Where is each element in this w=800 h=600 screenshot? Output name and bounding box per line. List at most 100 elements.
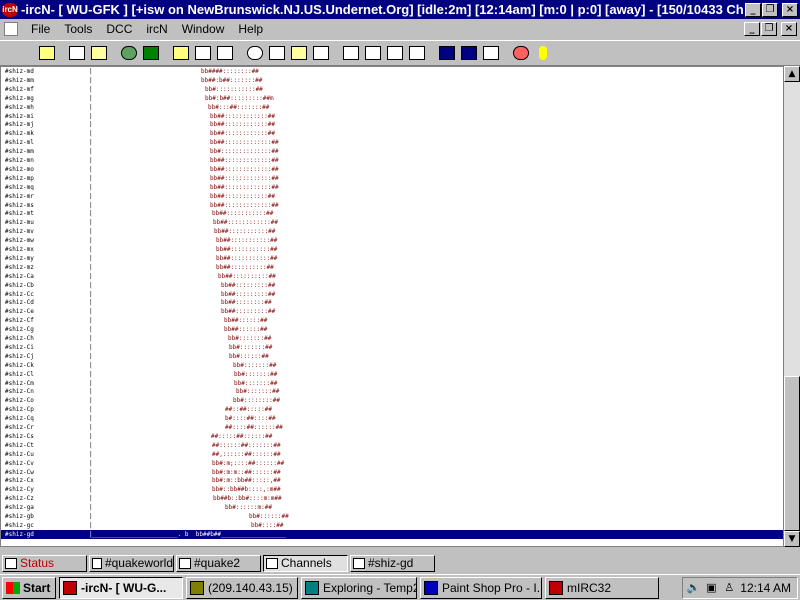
list-row[interactable]: #shiz-Cw | bb#:m:m::##::::::## xyxy=(1,468,783,477)
help-icon[interactable] xyxy=(511,44,531,62)
list-row[interactable]: #shiz-gc | bb#::::## xyxy=(1,521,783,530)
list-row[interactable]: #shiz-Cf | bb##::::::## xyxy=(1,316,783,325)
list-row[interactable]: #shiz-mg | bb#:b##:::::::::##m xyxy=(1,94,783,103)
menu-window[interactable]: Window xyxy=(175,22,232,36)
aliases-icon[interactable] xyxy=(171,44,191,62)
title-bar[interactable]: ircN -ircN- [ WU-GFK ] [+isw on NewBruns… xyxy=(0,0,800,19)
speaker-icon[interactable]: 🔈 xyxy=(686,581,700,595)
arrange-icon[interactable] xyxy=(481,44,501,62)
switchbar-button-status[interactable]: Status xyxy=(2,554,87,572)
start-button[interactable]: Start xyxy=(2,576,56,599)
vertical-scrollbar[interactable]: ▲ ▼ xyxy=(784,66,800,547)
remote-icon[interactable] xyxy=(193,44,213,62)
list-row[interactable]: #shiz-mm | bb#::::::::::::::## xyxy=(1,147,783,156)
list-row[interactable]: #shiz-gd | ________________________. b bb#… xyxy=(1,529,783,539)
list-row[interactable]: #shiz-Cg | bb##::::::## xyxy=(1,325,783,334)
list-row[interactable]: #shiz-mj | bb##::::::::::::## xyxy=(1,120,783,129)
list-row[interactable]: #shiz-Cn | bb#:::::::## xyxy=(1,387,783,396)
list-row[interactable]: #shiz-ml | bb##:::::::::::::## xyxy=(1,138,783,147)
list-row[interactable]: #shiz-Cx | bb#:m::bb##:::::,## xyxy=(1,476,783,485)
ircn-app-icon[interactable]: ircN xyxy=(2,2,18,17)
list-row[interactable]: #shiz-mw | bb##:::::::::::## xyxy=(1,236,783,245)
list-row[interactable]: #shiz-Cj | bb#::::::## xyxy=(1,352,783,361)
list-row[interactable]: #shiz-mo | bb##:::::::::::::## xyxy=(1,165,783,174)
switchbar-button-channels[interactable]: Channels xyxy=(263,554,348,572)
list-row[interactable]: #shiz-Cz | bb##b::bb#::::m:m## xyxy=(1,494,783,503)
dcc-icon[interactable] xyxy=(341,44,361,62)
list-row[interactable]: #shiz-Cs | ##:::::##::::::## xyxy=(1,432,783,441)
list-row[interactable]: #shiz-mu | bb##::::::::::::## xyxy=(1,218,783,227)
clock[interactable]: 12:14 AM xyxy=(740,581,791,595)
tile-icon[interactable] xyxy=(437,44,457,62)
cascade-icon[interactable] xyxy=(459,44,479,62)
minimize-button[interactable]: _ xyxy=(745,2,761,17)
channel-list-content[interactable]: #shiz-md | bb####::::::::## #shiz-mm | bb##:b… xyxy=(0,66,784,547)
list-row[interactable]: #shiz-mh | bb#:::##:::::::## xyxy=(1,103,783,112)
chat-icon[interactable] xyxy=(215,44,235,62)
menu-tools[interactable]: Tools xyxy=(57,22,99,36)
list-row[interactable]: #shiz-mx | bb##:::::::::::## xyxy=(1,245,783,254)
taskbar-button-4[interactable]: Paint Shop Pro - I... xyxy=(420,576,542,599)
list-row[interactable]: #shiz-mr | bb##::::::::::::## xyxy=(1,192,783,201)
notify-icon[interactable] xyxy=(141,44,161,62)
list-row[interactable]: #shiz-mi | bb##::::::::::::## xyxy=(1,112,783,121)
list-row[interactable]: #shiz-Cp | ##::##:::::## xyxy=(1,405,783,414)
list-row[interactable]: #shiz-mf | bb#:::::::::::## xyxy=(1,85,783,94)
list-row[interactable]: #shiz-Ct | ##::::::##:::::::## xyxy=(1,441,783,450)
address-book-icon[interactable] xyxy=(89,44,109,62)
list-row[interactable]: #shiz-mv | bb##:::::::::::## xyxy=(1,227,783,236)
menu-file[interactable]: File xyxy=(24,22,57,36)
list-row[interactable]: #shiz-Cr | ##::::##::::::## xyxy=(1,423,783,432)
scroll-up-button[interactable]: ▲ xyxy=(784,66,800,82)
script-icon[interactable] xyxy=(311,44,331,62)
taskbar-button-2[interactable]: (209.140.43.15) -... xyxy=(186,576,298,599)
list-row[interactable]: #shiz-ga | bb#::::::m:## xyxy=(1,503,783,512)
list-row[interactable]: #shiz-Ci | bb#:::::::## xyxy=(1,343,783,352)
network-icon[interactable]: ▣ xyxy=(704,581,718,595)
person-icon[interactable]: ♙ xyxy=(722,581,736,595)
about-icon[interactable] xyxy=(533,44,553,62)
list-row[interactable]: #shiz-mt | bb##:::::::::::## xyxy=(1,209,783,218)
close-button[interactable]: × xyxy=(782,2,798,17)
list-row[interactable]: #shiz-mm | bb##:b##:::::::## xyxy=(1,76,783,85)
list-row[interactable]: #shiz-Co | bb#::::::::## xyxy=(1,396,783,405)
dcc-send-icon[interactable] xyxy=(363,44,383,62)
scroll-thumb[interactable] xyxy=(784,376,800,531)
list-row[interactable]: #shiz-Cu | ##,::::::##::::::## xyxy=(1,450,783,459)
list-row[interactable]: #shiz-Cv | bb#:m;::::##::::::## xyxy=(1,459,783,468)
options-icon[interactable] xyxy=(67,44,87,62)
list-row[interactable]: #shiz-Cq | b#::::##::::## xyxy=(1,414,783,423)
child-close-button[interactable]: × xyxy=(781,21,797,36)
switchbar-button-shiz-gd[interactable]: #shiz-gd xyxy=(350,554,435,572)
switchbar-button-quake2[interactable]: #quake2 xyxy=(176,554,261,572)
timer-icon[interactable] xyxy=(245,44,265,62)
folder-icon[interactable] xyxy=(37,44,57,62)
list-row[interactable]: #shiz-Cc | bb##:::::::::## xyxy=(1,290,783,299)
child-window-icon[interactable] xyxy=(4,21,18,36)
list-row[interactable]: #shiz-ms | bb##:::::::::::::## xyxy=(1,201,783,210)
restore-button[interactable]: ❐ xyxy=(762,2,778,17)
list-row[interactable]: #shiz-Cl | bb#:::::::## xyxy=(1,370,783,379)
list-row[interactable]: #shiz-mp | bb##:::::::::::::## xyxy=(1,174,783,183)
taskbar-button-5[interactable]: mIRC32 xyxy=(545,576,659,599)
list-row[interactable]: #shiz-Cm | bb#:::::::## xyxy=(1,379,783,388)
menu-ircn[interactable]: ircN xyxy=(139,22,174,36)
taskbar-button-3[interactable]: Exploring - Temp2 xyxy=(301,576,417,599)
list-row[interactable]: #shiz-Cb | bb##:::::::::## xyxy=(1,281,783,290)
list-row[interactable]: #shiz-Ce | bb##:::::::::## xyxy=(1,307,783,316)
child-minimize-button[interactable]: _ xyxy=(744,21,760,36)
url-icon[interactable] xyxy=(407,44,427,62)
scroll-down-button[interactable]: ▼ xyxy=(784,531,800,547)
globe-icon[interactable] xyxy=(119,44,139,62)
list-row[interactable]: #shiz-mq | bb##:::::::::::::## xyxy=(1,183,783,192)
list-row[interactable]: #shiz-Ck | bb#:::::::## xyxy=(1,361,783,370)
connect-icon[interactable] xyxy=(7,44,27,62)
list-row[interactable]: #shiz-gb | bb#::::::## xyxy=(1,512,783,521)
menu-dcc[interactable]: DCC xyxy=(99,22,139,36)
list-row[interactable]: #shiz-Ch | bb#:::::::## xyxy=(1,334,783,343)
list-row[interactable]: #shiz-mk | bb##::::::::::::## xyxy=(1,129,783,138)
dcc-chat-icon[interactable] xyxy=(385,44,405,62)
list-row[interactable]: #shiz-my | bb##:::::::::::## xyxy=(1,254,783,263)
child-restore-button[interactable]: ❐ xyxy=(761,21,777,36)
taskbar-button-1[interactable]: -ircN- [ WU-G... xyxy=(59,576,183,599)
